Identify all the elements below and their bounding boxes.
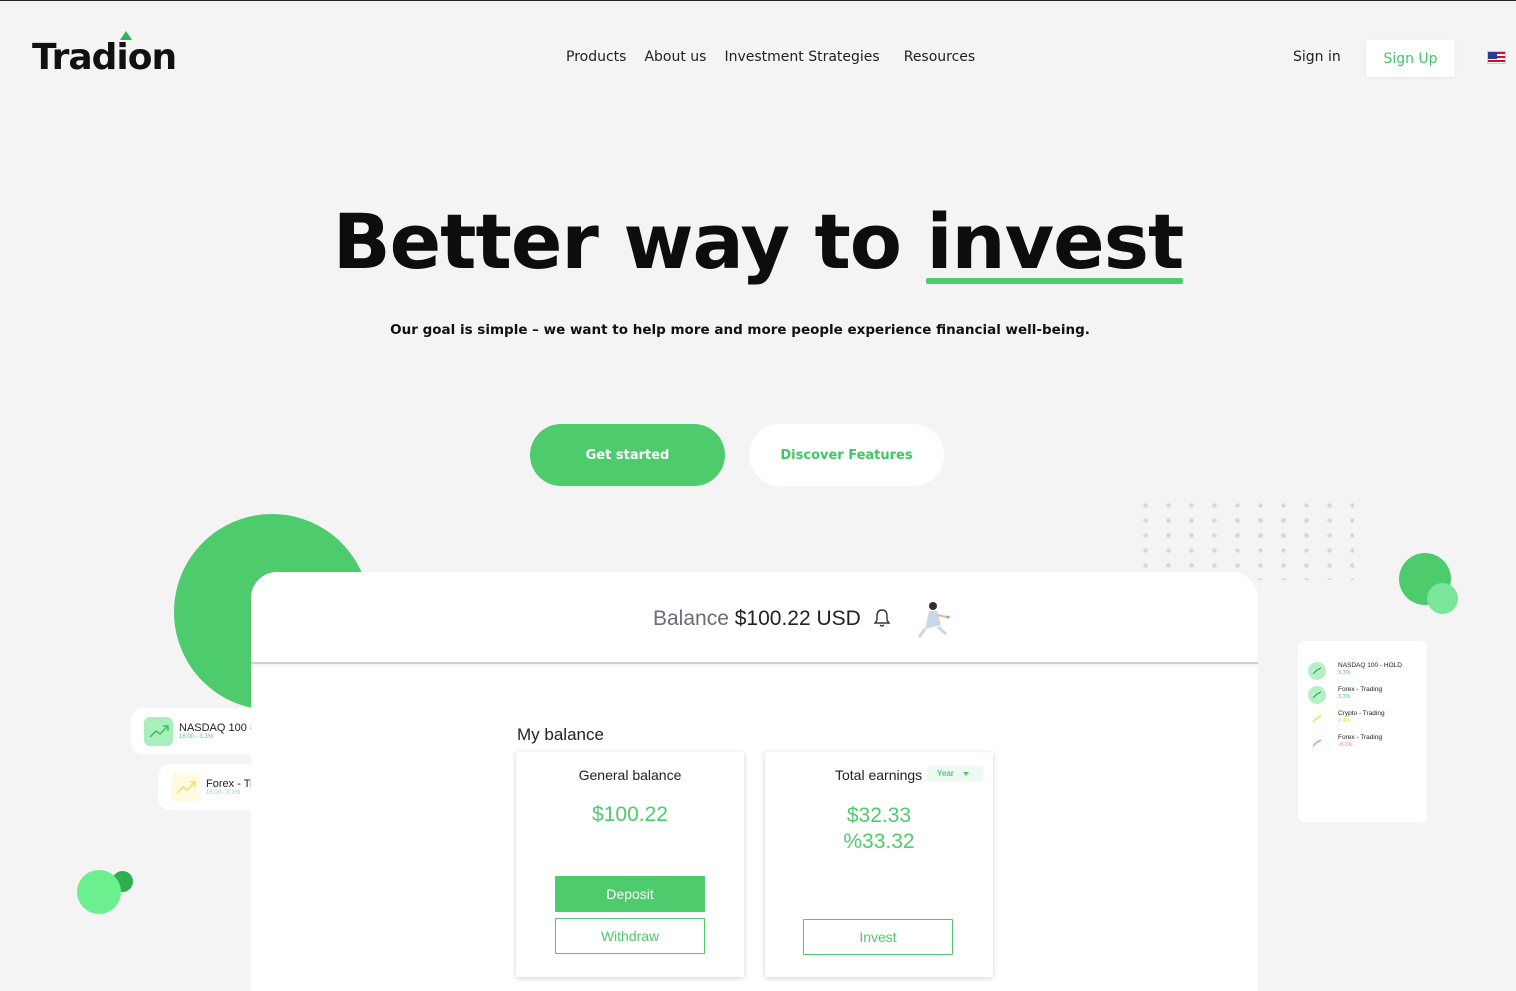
- nav-investment-strategies[interactable]: Investment Strategies: [724, 49, 879, 65]
- decorative-dot-grid: [1134, 498, 1354, 580]
- period-select[interactable]: Year: [927, 766, 983, 781]
- watchlist-name: NASDAQ 100 - HOLD: [1338, 662, 1402, 669]
- watchlist-name: Forex - Trading: [1338, 686, 1383, 693]
- withdraw-button[interactable]: Withdraw: [555, 918, 705, 954]
- watchlist-name: Crypto - Trading: [1338, 710, 1385, 717]
- period-value: Year: [937, 769, 954, 778]
- trend-up-icon: [171, 772, 200, 802]
- asset-change: 16:00 - 3.3%: [206, 790, 241, 796]
- sign-in-link[interactable]: Sign in: [1293, 49, 1341, 65]
- user-avatar-illustration[interactable]: [914, 599, 954, 644]
- brand-logo[interactable]: Tradion: [32, 31, 177, 78]
- trend-up-icon: [144, 716, 173, 746]
- watchlist-change: 2.4%: [1338, 718, 1351, 724]
- decorative-circle: [77, 870, 121, 914]
- caret-down-icon: [962, 771, 969, 776]
- watchlist-name: Forex - Trading: [1338, 734, 1383, 741]
- asset-change: 16:00 - 3.3%: [179, 734, 214, 740]
- decorative-circle: [1427, 583, 1458, 614]
- watchlist-change: 3.3%: [1338, 670, 1351, 676]
- sign-up-button[interactable]: Sign Up: [1366, 40, 1455, 77]
- hero-subtitle: Our goal is simple – we want to help mor…: [390, 322, 1090, 338]
- nav-resources[interactable]: Resources: [904, 49, 976, 65]
- trend-up-icon: [1308, 710, 1326, 728]
- asset-name: NASDAQ 100 -: [179, 722, 254, 734]
- trend-down-icon: [1308, 734, 1326, 752]
- my-balance-title: My balance: [517, 725, 604, 744]
- us-flag-icon[interactable]: [1487, 51, 1506, 64]
- general-balance-card: General balance $100.22 Deposit Withdraw: [516, 752, 744, 977]
- total-earnings-card: Total earnings Year $32.33 %33.32 Invest: [765, 752, 993, 977]
- trend-up-icon: [1308, 686, 1326, 704]
- watchlist-card: NASDAQ 100 - HOLD 3.3% Forex - Trading 3…: [1298, 641, 1427, 822]
- balance-label: Balance: [653, 607, 729, 630]
- logo-arrow-icon: [120, 31, 132, 40]
- watchlist-item: Crypto - Trading 2.4%: [1308, 710, 1427, 734]
- main-nav: Products About us Investment Strategies …: [566, 49, 993, 65]
- nav-about-us[interactable]: About us: [644, 49, 706, 65]
- watchlist-item: Forex - Trading 3.3%: [1308, 686, 1427, 710]
- dashboard-header: Balance $100.22 USD: [251, 572, 1258, 664]
- hero-title-prefix: Better way to: [332, 197, 927, 286]
- general-balance-title: General balance: [578, 767, 682, 783]
- earnings-amount: $32.33: [846, 804, 912, 827]
- balance-value: $100.22 USD: [734, 607, 861, 630]
- total-earnings-title: Total earnings: [835, 767, 923, 783]
- watchlist-item: Forex - Trading -0.1%: [1308, 734, 1427, 758]
- bell-icon[interactable]: [873, 608, 891, 633]
- nav-products[interactable]: Products: [566, 49, 626, 65]
- get-started-button[interactable]: Get started: [530, 424, 725, 486]
- watchlist-change: -0.1%: [1338, 742, 1353, 748]
- deposit-button[interactable]: Deposit: [555, 876, 705, 912]
- hero-title-highlight: invest: [926, 197, 1184, 286]
- balance-display: Balance $100.22 USD: [653, 607, 861, 631]
- trend-up-icon: [1308, 662, 1326, 680]
- general-balance-amount: $100.22: [592, 803, 668, 826]
- watchlist-change: 3.3%: [1338, 694, 1351, 700]
- invest-button[interactable]: Invest: [803, 919, 953, 955]
- earnings-percent: %33.32: [843, 830, 915, 853]
- brand-name: Tradion: [32, 37, 177, 78]
- asset-name: Forex - Tr: [206, 778, 254, 790]
- floating-asset-card: NASDAQ 100 - 16:00 - 3.3%: [131, 708, 271, 754]
- discover-features-button[interactable]: Discover Features: [749, 424, 944, 486]
- dashboard-preview: Balance $100.22 USD My balance General b…: [251, 572, 1258, 991]
- watchlist-item: NASDAQ 100 - HOLD 3.3%: [1308, 662, 1427, 686]
- hero-title: Better way to invest: [0, 197, 1516, 286]
